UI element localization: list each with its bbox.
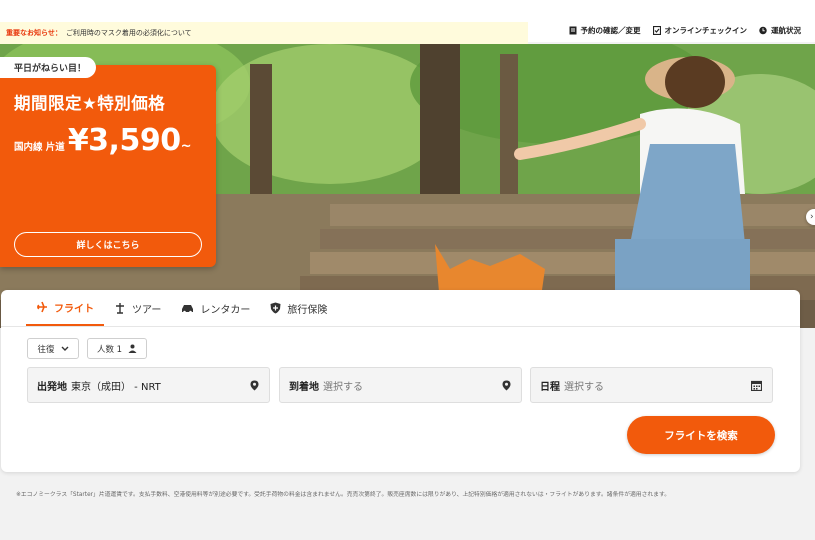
notice-bar[interactable]: 重要なお知らせ： ご利用時のマスク着用の必須化について (0, 22, 528, 44)
location-pin-icon (250, 380, 259, 391)
date-label: 日程 (540, 381, 560, 393)
tab-flight-label: フライト (54, 303, 94, 315)
passengers-select[interactable]: 人数 1 (87, 338, 147, 359)
promo-price: ¥3,590 (67, 123, 181, 158)
online-checkin-label: オンラインチェックイン (664, 26, 748, 35)
footnote: ※エコノミークラス「Starter」片道運賃です。支払手数料、空港使用料等が別途… (16, 492, 670, 498)
manage-booking-link[interactable]: 予約の確認／変更 (569, 25, 641, 36)
checkin-icon (652, 26, 661, 35)
tab-flight[interactable]: フライト (26, 290, 104, 326)
tour-icon (116, 303, 124, 314)
destination-placeholder: 選択する (323, 381, 363, 393)
destination-label: 到着地 (289, 381, 319, 393)
tab-insurance-label: 旅行保険 (287, 304, 328, 316)
origin-label: 出発地 (37, 381, 67, 393)
utility-nav: 予約の確認／変更 オンラインチェックイン 運航状況 (569, 25, 801, 36)
header-bar: 重要なお知らせ： ご利用時のマスク着用の必須化について 予約の確認／変更 オンラ… (0, 0, 815, 44)
airplane-icon (37, 301, 47, 313)
origin-field[interactable]: 出発地 東京（成田） - NRT (27, 367, 270, 403)
flight-status-label: 運航状況 (771, 26, 801, 35)
tab-rental-car[interactable]: レンタカー (171, 290, 260, 326)
calendar-icon (751, 380, 762, 391)
search-tabs: フライト ツアー レンタカー 旅行保険 (26, 290, 337, 326)
tabs-divider (1, 326, 800, 327)
destination-field[interactable]: 到着地 選択する (279, 367, 522, 403)
promo-route: 国内線 片道 (14, 142, 65, 153)
promo-badge: 平日がねらい目！ (0, 57, 97, 78)
tab-tour[interactable]: ツアー (104, 290, 171, 326)
chevron-right-icon: › (810, 212, 814, 222)
date-placeholder: 選択する (564, 381, 604, 393)
promo-price-suffix: ~ (180, 139, 192, 154)
chevron-down-icon (61, 346, 68, 351)
manage-booking-label: 予約の確認／変更 (580, 26, 641, 35)
location-pin-icon (502, 380, 511, 391)
tab-rental-car-label: レンタカー (200, 304, 251, 316)
clock-icon (759, 26, 767, 35)
tab-insurance[interactable]: 旅行保険 (260, 290, 337, 326)
flight-status-link[interactable]: 運航状況 (759, 25, 801, 36)
document-icon (569, 26, 576, 35)
shield-icon (270, 302, 281, 314)
notice-label: 重要なお知らせ： (6, 29, 62, 37)
search-flights-button[interactable]: フライトを検索 (627, 416, 775, 454)
car-icon (182, 304, 194, 313)
trip-type-value: 往復 (37, 344, 55, 355)
passengers-value: 人数 1 (96, 344, 123, 355)
promo-price-line: 国内線 片道 ¥3,590 ~ (14, 123, 192, 158)
carousel-next-button[interactable]: › (806, 209, 815, 225)
trip-type-select[interactable]: 往復 (27, 338, 79, 359)
date-field[interactable]: 日程 選択する (530, 367, 773, 403)
promo-title: 期間限定★特別価格 (14, 94, 166, 113)
tab-tour-label: ツアー (132, 304, 162, 316)
search-panel: フライト ツアー レンタカー 旅行保険 往復 人数 1 出発地 東京（成田） -… (1, 290, 800, 472)
promo-card: 平日がねらい目！ 期間限定★特別価格 国内線 片道 ¥3,590 ~ 詳しくはこ… (0, 57, 216, 267)
person-icon (128, 344, 137, 353)
promo-details-button[interactable]: 詳しくはこちら (14, 232, 202, 257)
notice-link[interactable]: ご利用時のマスク着用の必須化について (66, 28, 192, 38)
online-checkin-link[interactable]: オンラインチェックイン (652, 25, 748, 36)
origin-value: 東京（成田） - NRT (71, 381, 161, 393)
hero-banner[interactable]: 平日がねらい目！ 期間限定★特別価格 国内線 片道 ¥3,590 ~ 詳しくはこ… (0, 44, 815, 328)
